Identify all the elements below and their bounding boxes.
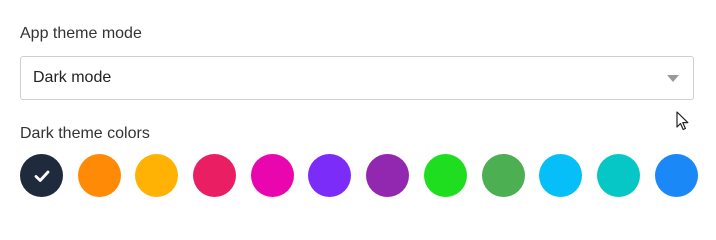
color-swatch-orange[interactable] [77, 154, 121, 197]
color-swatch-amber[interactable] [135, 154, 179, 197]
color-swatch-muted-green[interactable] [481, 154, 525, 197]
color-swatch-navy[interactable] [20, 154, 63, 197]
color-swatch-teal[interactable] [596, 154, 640, 197]
color-swatch-violet[interactable] [308, 154, 352, 197]
theme-mode-label: App theme mode [20, 25, 142, 42]
theme-mode-selected-value: Dark mode [33, 69, 112, 86]
triangle-down-icon [667, 74, 679, 82]
check-icon [34, 170, 49, 182]
color-swatch-purple[interactable] [366, 154, 410, 197]
dark-theme-colors-label: Dark theme colors [20, 125, 150, 142]
dark-theme-color-swatches [20, 154, 698, 197]
color-swatch-crimson[interactable] [193, 154, 237, 197]
color-swatch-magenta[interactable] [250, 154, 294, 197]
mouse-pointer-icon [676, 111, 689, 131]
theme-mode-select[interactable]: Dark mode [20, 56, 694, 100]
color-swatch-green[interactable] [423, 154, 467, 197]
color-swatch-sky-blue[interactable] [539, 154, 583, 197]
color-swatch-blue[interactable] [654, 154, 698, 197]
